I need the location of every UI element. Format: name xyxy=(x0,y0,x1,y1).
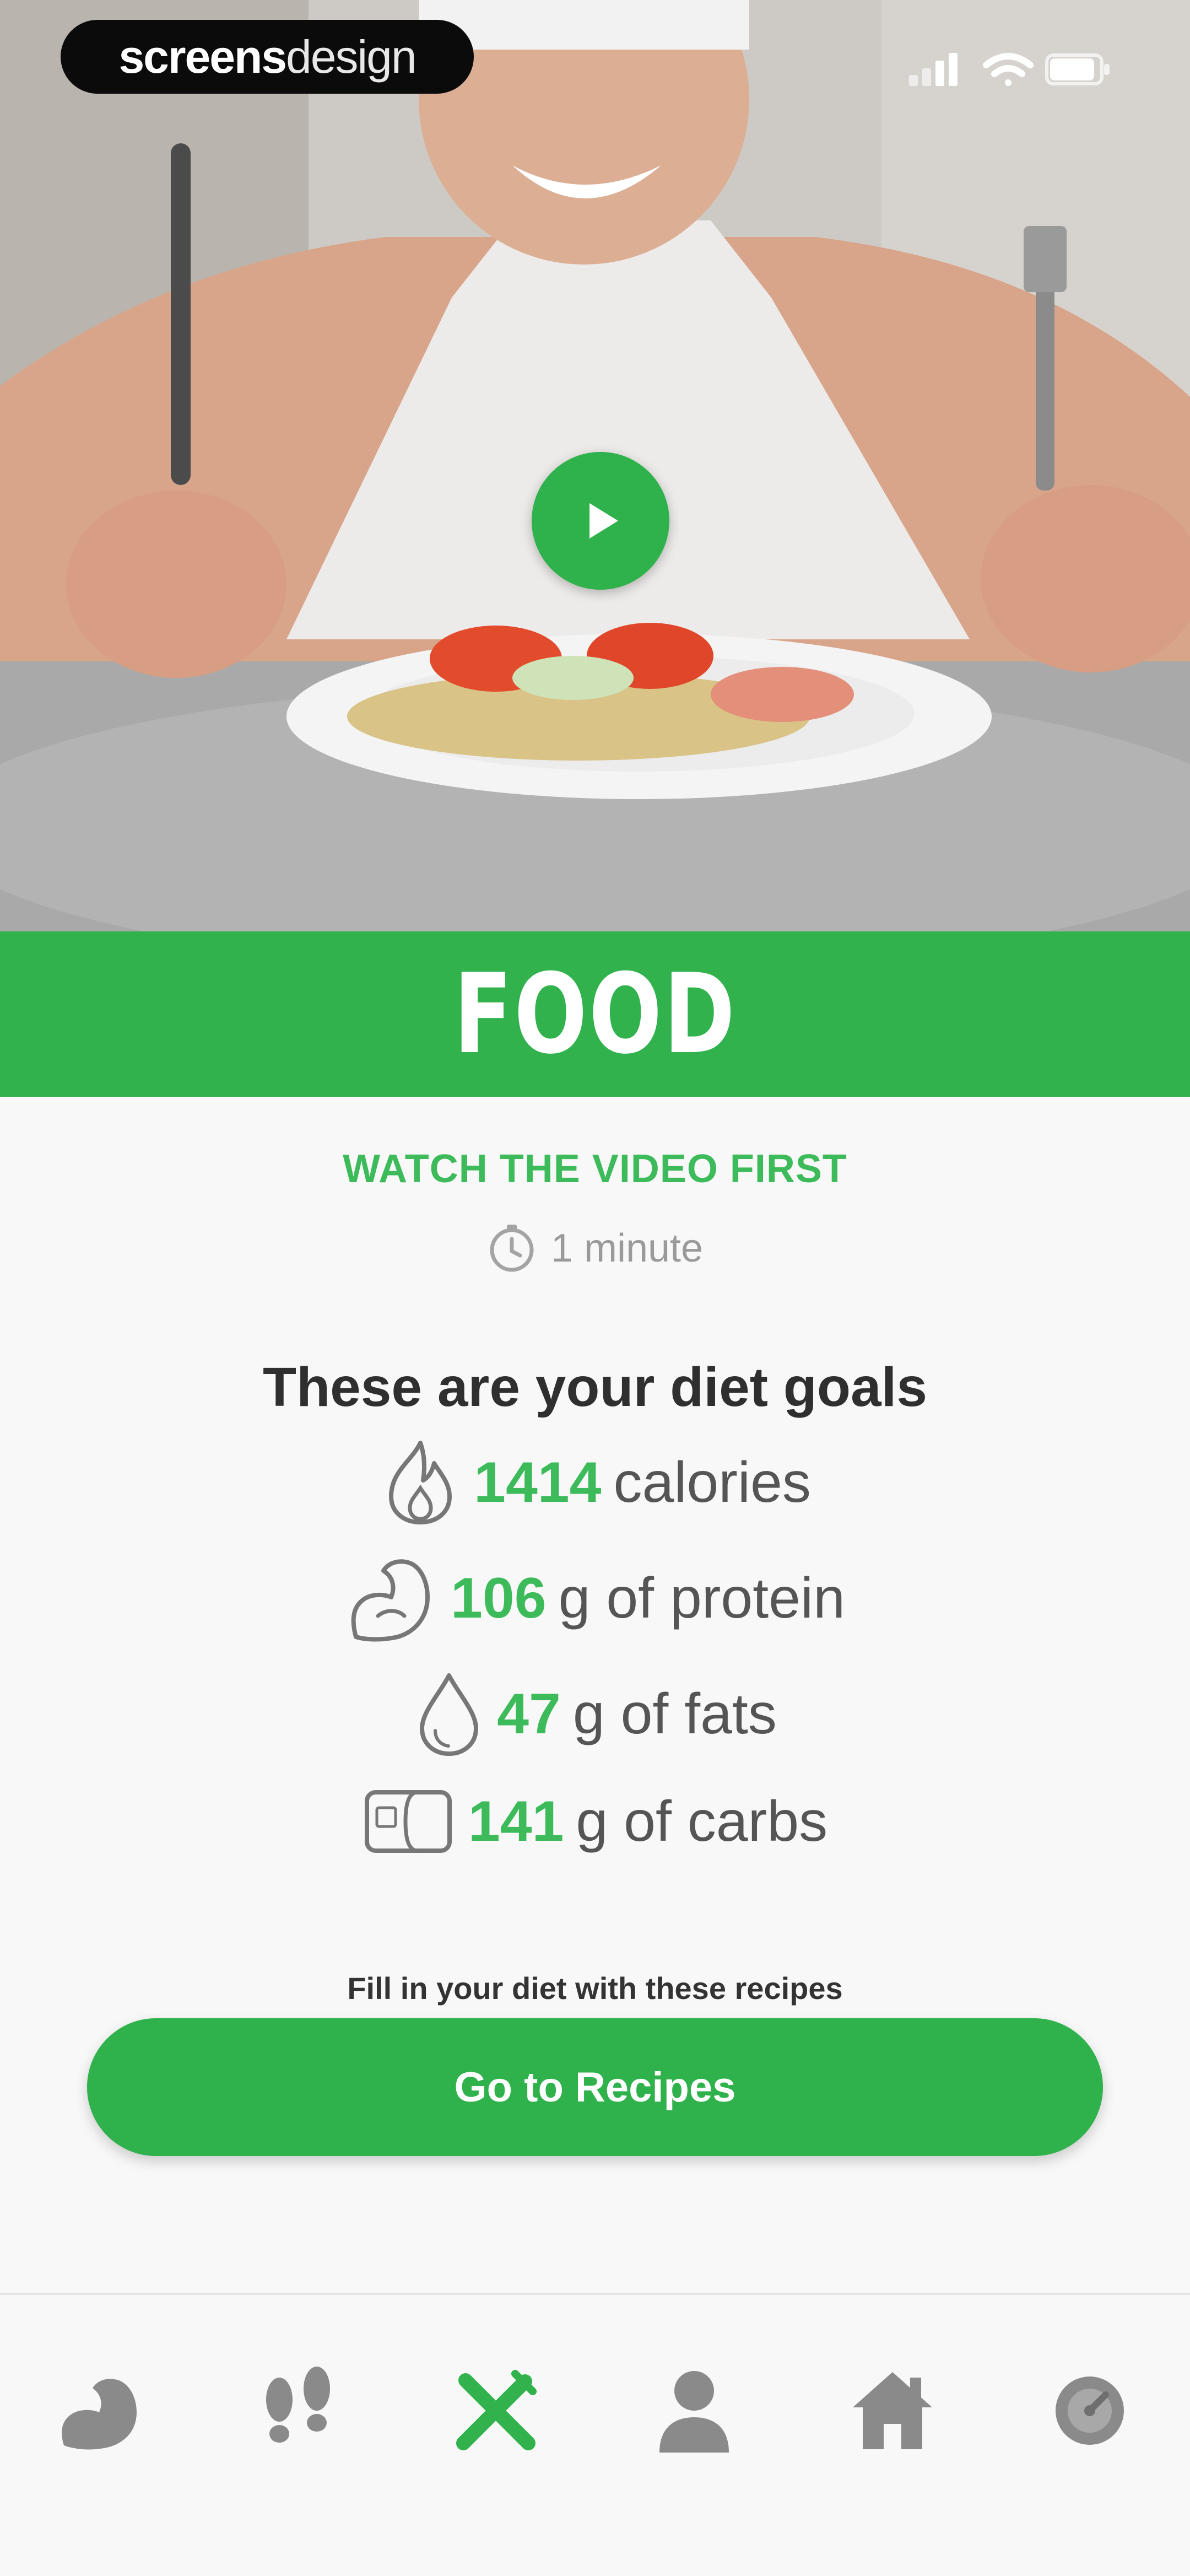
goal-protein: 106 g of protein xyxy=(0,1554,1190,1642)
protein-label: g of protein xyxy=(558,1566,845,1630)
watermark-light: design xyxy=(286,31,417,83)
watermark: screensdesign xyxy=(61,20,474,94)
goal-fats: 47 g of fats xyxy=(0,1670,1190,1758)
play-icon xyxy=(589,503,618,538)
recipes-hint: Fill in your diet with these recipes xyxy=(347,1971,843,2006)
diet-goals-heading: These are your diet goals xyxy=(263,1356,927,1418)
nav-workout[interactable] xyxy=(45,2356,155,2466)
duration-text: 1 minute xyxy=(550,1226,704,1270)
fats-value: 47 xyxy=(497,1682,561,1746)
diet-content: WATCH THE VIDEO FIRST 1 minute These are… xyxy=(0,1097,1190,2293)
go-to-recipes-button[interactable]: Go to Recipes xyxy=(87,2018,1103,2156)
goal-carbs: 141 g of carbs xyxy=(0,1786,1190,1857)
bottom-nav xyxy=(0,2293,1190,2576)
nav-home[interactable] xyxy=(837,2356,948,2466)
status-icons xyxy=(904,43,1124,95)
wifi-icon xyxy=(983,53,1034,86)
carbs-label: g of carbs xyxy=(576,1789,828,1853)
calories-value: 1414 xyxy=(474,1450,602,1515)
drop-icon xyxy=(413,1670,485,1758)
battery-icon xyxy=(1045,53,1110,85)
fork-knife-icon xyxy=(456,2370,537,2450)
bread-icon xyxy=(363,1786,456,1857)
person-icon xyxy=(659,2371,729,2453)
bicep-icon xyxy=(345,1554,439,1642)
nav-progress[interactable] xyxy=(1035,2356,1145,2466)
video-duration: 1 minute xyxy=(0,1224,1190,1273)
nav-profile[interactable] xyxy=(639,2356,749,2466)
speedometer-icon xyxy=(1056,2376,1124,2445)
protein-value: 106 xyxy=(451,1566,547,1630)
signal-icon xyxy=(909,53,958,86)
calories-label: calories xyxy=(613,1450,811,1515)
fats-label: g of fats xyxy=(572,1682,777,1746)
nav-food[interactable] xyxy=(441,2356,551,2466)
title-band: FOOD xyxy=(0,931,1190,1097)
watermark-bold: screens xyxy=(118,31,287,83)
nav-steps[interactable] xyxy=(244,2356,354,2466)
goal-calories: 1414 calories xyxy=(0,1438,1190,1527)
carbs-value: 141 xyxy=(468,1789,564,1853)
play-button[interactable] xyxy=(532,452,669,590)
flame-icon xyxy=(379,1438,462,1527)
home-icon xyxy=(853,2372,932,2449)
footprints-icon xyxy=(266,2367,330,2443)
page-title: FOOD xyxy=(453,950,737,1079)
hero-video[interactable]: screensdesign xyxy=(0,0,1190,931)
clock-icon xyxy=(490,1225,534,1272)
bicep-icon xyxy=(62,2379,137,2450)
watch-video-label[interactable]: WATCH THE VIDEO FIRST xyxy=(0,1146,1190,1192)
